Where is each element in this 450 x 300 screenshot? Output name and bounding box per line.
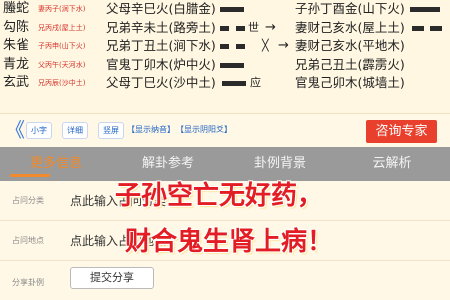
fushen-label: 兄丙戌(屋上土) [38,23,86,32]
main-yao-text: 官鬼丁卯木(炉中火) [106,56,216,72]
yao-row-3: 青龙 父丙午(天河水) 官鬼丁卯木(炉中火) 兄弟己丑土(霹雳火) [0,56,450,75]
show-yinyang-link[interactable]: 【显示阴阳爻】 [176,123,232,137]
small-text-button[interactable]: 小字 [26,122,52,139]
yang-line-bar [222,81,246,86]
change-arrow-icon: → [278,38,289,53]
question-place-row: 占问地点 点此输入占问地点 [0,221,450,261]
active-tab-indicator [10,174,50,177]
changed-yang-line-bar [410,7,440,12]
share-row: 分享卦例 提交分享 [0,261,450,300]
hexagram-table: 螣蛇 妻丙子(涧下水) 父母辛巳火(白腊金) 子孙丁酉金(山下火) 勾陈 兄丙戌… [0,0,450,113]
tab-label: 更多信息 [29,156,82,171]
tab-label: 云解析 [372,156,412,171]
toolbar: 《 小字 详细 竖屏 【显示纳音】 【显示阴阳爻】 咨询专家 [0,113,450,147]
change-arrow-icon: → [265,19,276,35]
main-yao-text: 兄弟丁丑土(涧下水) [106,38,216,53]
consult-expert-button[interactable]: 咨询专家 [366,120,437,143]
tab-interpretation[interactable]: 解卦参考 [112,147,224,181]
yin-line-left [220,44,229,49]
yang-line-bar [220,62,244,68]
submit-share-button[interactable]: 提交分享 [70,267,154,289]
changed-yao-text: 子孙丁酉金(山下火) [295,1,405,16]
fushen-label: 子丙申(山下火) [38,42,86,50]
moving-cross-icon: ╳ [262,39,269,52]
fushen-label: 兄丙辰(沙中土) [38,79,86,87]
detail-button[interactable]: 详细 [62,122,88,139]
main-yao-text: 父母辛巳火(白腊金) [106,1,216,16]
info-form: 占问分类 点此输入占问分类 占问地点 点此输入占问地点 分享卦例 提交分享 [0,181,450,300]
question-place-label: 占问地点 [12,236,44,245]
changed-yao-text-row4: 妻财己亥水(平地木) [295,38,405,53]
chevron-left-icon[interactable]: 《 [5,117,25,143]
vertical-screen-button[interactable]: 竖屏 [98,122,124,139]
question-type-input[interactable]: 点此输入占问分类 [70,193,166,209]
changed-yin-left [412,25,424,31]
six-god: 朱雀 [3,38,30,53]
six-god: 青龙 [3,56,30,72]
six-god: 勾陈 [3,19,30,35]
changed-yao-text: 兄弟己丑土(霹雳火) [295,56,405,72]
question-type-label: 占问分类 [12,196,44,205]
yin-line-right [236,25,245,31]
tab-cloud-analysis[interactable]: 云解析 [336,147,448,181]
main-yao-text: 父母丁巳火(沙中土) [106,75,216,90]
tab-label: 卦例背景 [253,156,306,171]
yao-row-2: 玄武 兄丙辰(沙中土) 父母丁巳火(沙中土) 应 官鬼己卯木(城墙土) [0,74,450,93]
tab-case-background[interactable]: 卦例背景 [224,147,336,181]
yao-row-5: 勾陈 兄丙戌(屋上土) 兄弟辛未土(路旁土) 世 → 妻财己亥水(屋上土) [0,19,450,38]
tab-label: 解卦参考 [141,156,194,171]
yin-line-left [220,25,229,31]
changed-yao-text: 妻财己亥水(屋上土) [295,19,405,35]
changed-yin-right [430,25,442,31]
yin-line-right [236,44,245,49]
shi-marker: 世 [248,20,259,34]
yao-row-6: 螣蛇 妻丙子(涧下水) 父母辛巳火(白腊金) 子孙丁酉金(山下火) [0,0,450,19]
info-tabs: 更多信息 解卦参考 卦例背景 云解析 [0,147,450,181]
question-type-row: 占问分类 点此输入占问分类 [0,181,450,221]
tab-more-info[interactable]: 更多信息 [0,147,112,181]
fushen-label: 父丙午(天河水) [38,60,86,69]
ying-marker: 应 [250,76,261,89]
fushen-label: 妻丙子(涧下水) [38,5,86,13]
question-place-input[interactable]: 点此输入占问地点 [70,233,166,249]
six-god: 螣蛇 [3,1,30,16]
main-yao-text: 兄弟辛未土(路旁土) [106,19,216,35]
share-label: 分享卦例 [12,278,44,287]
show-nayin-link[interactable]: 【显示纳音】 [127,123,175,137]
six-god: 玄武 [3,75,30,90]
changed-yao-text: 官鬼己卯木(城墙土) [295,75,405,90]
yang-line-bar [220,7,244,12]
